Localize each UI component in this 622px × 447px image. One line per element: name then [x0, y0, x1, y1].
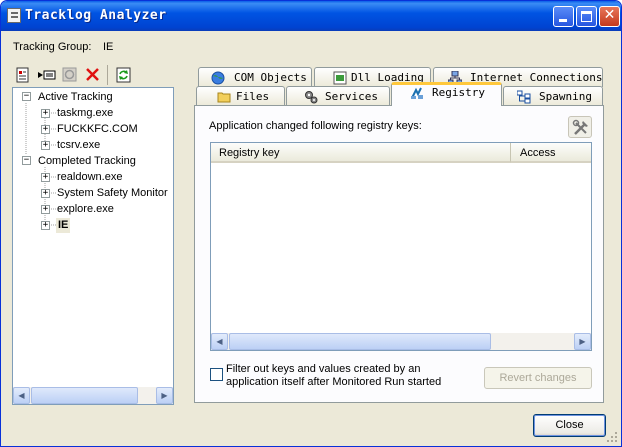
scroll-left-icon[interactable]: ◀: [211, 333, 228, 350]
expand-icon[interactable]: +: [41, 173, 50, 182]
maximize-button[interactable]: [576, 6, 597, 27]
scroll-left-icon[interactable]: ◀: [13, 387, 30, 404]
close-icon: ✕: [603, 7, 616, 23]
delete-icon[interactable]: [85, 67, 101, 83]
tab-spawning[interactable]: Spawning: [503, 86, 603, 106]
column-header-access[interactable]: Access: [511, 143, 591, 163]
tab-files[interactable]: Files: [196, 86, 285, 106]
tab-services[interactable]: Services: [286, 86, 390, 106]
tree-group-completed[interactable]: Completed Tracking: [38, 154, 136, 169]
tree-item[interactable]: realdown.exe: [57, 170, 122, 185]
registry-description: Application changed following registry k…: [209, 120, 422, 132]
expand-icon[interactable]: +: [41, 109, 50, 118]
expand-icon[interactable]: +: [41, 141, 50, 150]
scroll-thumb[interactable]: [229, 333, 491, 350]
stop-icon[interactable]: [62, 67, 78, 83]
tools-icon: [572, 119, 588, 135]
expand-icon[interactable]: +: [41, 221, 50, 230]
tools-button[interactable]: [568, 116, 592, 138]
folder-icon: [217, 92, 231, 103]
tracking-tree[interactable]: − Active Tracking + taskmg.exe + FUCKKFC…: [12, 87, 174, 405]
tab-com-objects[interactable]: COM Objects: [198, 67, 312, 87]
tree-item[interactable]: taskmg.exe: [57, 106, 113, 121]
tree-item[interactable]: FUCKKFC.COM: [57, 122, 138, 137]
list-horizontal-scrollbar[interactable]: ◀ ▶: [211, 333, 591, 350]
tree-item[interactable]: System Safety Monitor in: [57, 186, 171, 201]
export-icon[interactable]: [38, 67, 56, 83]
report-icon[interactable]: [15, 67, 31, 83]
refresh-icon[interactable]: [116, 67, 132, 83]
minimize-button[interactable]: [553, 6, 574, 27]
expand-icon[interactable]: +: [41, 205, 50, 214]
tree-item[interactable]: explore.exe: [57, 202, 114, 217]
scroll-thumb[interactable]: [31, 387, 138, 404]
gears-icon: [305, 91, 318, 104]
tracking-group-value: IE: [103, 41, 114, 53]
tab-label: COM Objects: [234, 71, 307, 84]
maximize-icon: [581, 11, 592, 22]
registry-icon: [411, 87, 423, 99]
scroll-right-icon[interactable]: ▶: [574, 333, 591, 350]
window-title: Tracklog Analyzer: [25, 8, 167, 23]
column-header-registry-key[interactable]: Registry key: [211, 143, 511, 163]
main-window: Tracklog Analyzer ✕ Tracking Group: IE −…: [0, 0, 622, 447]
tree-item-selected[interactable]: IE: [56, 218, 71, 233]
filter-label-line1: Filter out keys and values created by an: [226, 363, 421, 375]
tracking-group-label: Tracking Group:: [13, 41, 92, 53]
collapse-icon[interactable]: −: [22, 92, 31, 101]
tab-label: Files: [236, 90, 270, 103]
dll-icon: [333, 71, 347, 85]
tab-label: Services: [325, 90, 378, 103]
toolbar-separator: [107, 65, 108, 85]
expand-icon[interactable]: +: [41, 125, 50, 134]
close-window-button[interactable]: ✕: [599, 6, 620, 27]
expand-icon[interactable]: +: [41, 189, 50, 198]
tree-group-active[interactable]: Active Tracking: [38, 90, 113, 105]
tab-label: Spawning: [539, 90, 592, 103]
collapse-icon[interactable]: −: [22, 156, 31, 165]
close-button[interactable]: Close: [533, 414, 606, 437]
resize-grip-icon[interactable]: [605, 430, 619, 444]
globe-icon: [211, 71, 225, 85]
revert-changes-button[interactable]: Revert changes: [484, 367, 592, 389]
registry-list[interactable]: Registry key Access ◀ ▶: [210, 142, 592, 351]
minimize-icon: [559, 19, 567, 22]
tree-horizontal-scrollbar[interactable]: ◀ ▶: [13, 387, 173, 404]
tree-item[interactable]: tcsrv.exe: [57, 138, 100, 153]
filter-checkbox[interactable]: [210, 368, 223, 381]
tree-icon: [517, 90, 531, 104]
filter-label-line2: application itself after Monitored Run s…: [226, 376, 442, 388]
app-icon: [7, 8, 21, 23]
tab-label: Registry: [432, 86, 485, 99]
title-bar[interactable]: Tracklog Analyzer ✕: [1, 1, 621, 31]
scroll-right-icon[interactable]: ▶: [156, 387, 173, 404]
tab-registry[interactable]: Registry: [391, 82, 502, 106]
